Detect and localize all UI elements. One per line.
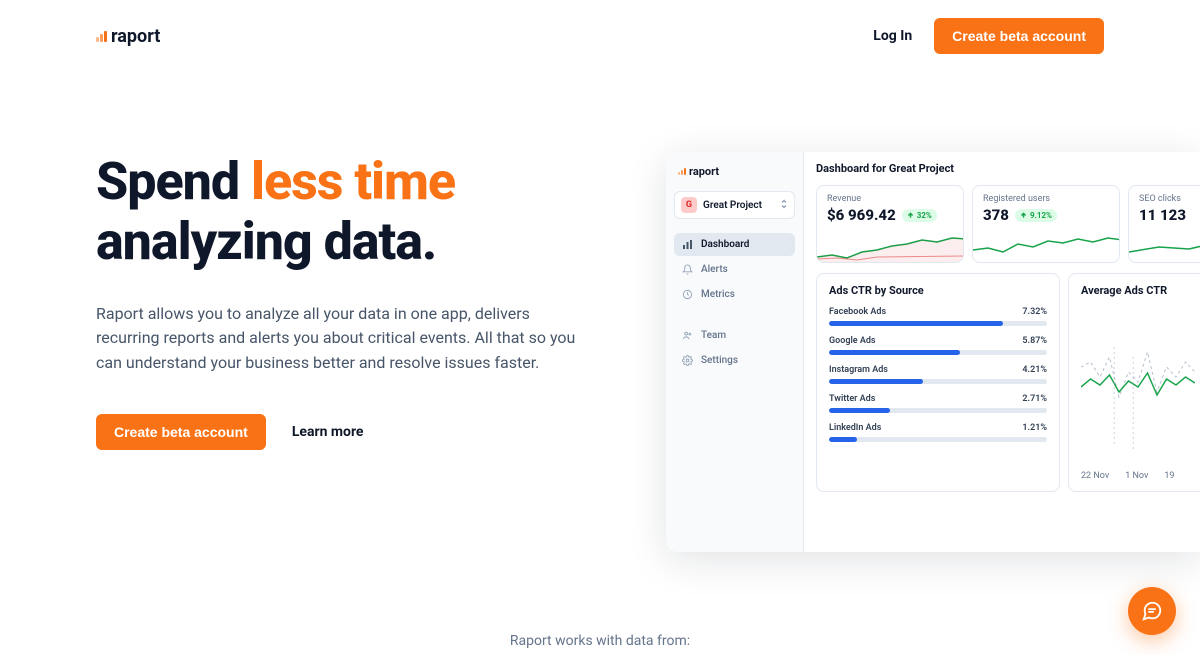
progress-bar [829, 437, 1047, 442]
ctr-label: Google Ads [829, 336, 876, 346]
project-avatar: G [681, 197, 697, 213]
ctr-label: LinkedIn Ads [829, 423, 881, 433]
nav-group-main: Dashboard Alerts Metrics Team Setti [674, 233, 795, 372]
nav-label: Alerts [701, 264, 728, 275]
dashboard-title: Dashboard for Great Project [816, 162, 1200, 175]
ctr-value: 2.71% [1022, 394, 1047, 404]
hero-actions: Create beta account Learn more [96, 414, 626, 450]
bars-icon [678, 168, 686, 175]
project-name: Great Project [703, 200, 762, 211]
dashboard-icon [682, 239, 693, 250]
login-link[interactable]: Log In [873, 28, 912, 44]
nav-team[interactable]: Team [674, 324, 795, 347]
nav-label: Team [701, 330, 726, 341]
nav-alerts[interactable]: Alerts [674, 258, 795, 281]
nav-label: Metrics [701, 289, 735, 300]
site-header: raport Log In Create beta account [0, 0, 1200, 72]
date-label: 22 Nov [1081, 471, 1109, 481]
ctr-row: Twitter Ads 2.71% [829, 394, 1047, 413]
hero-title: Spend less time analyzing data. [96, 152, 626, 272]
hero-title-lead: Spend [96, 151, 251, 212]
progress-bar [829, 350, 1047, 355]
chat-icon [1141, 600, 1163, 622]
progress-bar [829, 321, 1047, 326]
nav-label: Settings [701, 355, 738, 366]
ctr-label: Instagram Ads [829, 365, 888, 375]
sparkline [1129, 232, 1200, 262]
create-account-button[interactable]: Create beta account [934, 18, 1104, 54]
nav-metrics[interactable]: Metrics [674, 283, 795, 306]
nav-dashboard[interactable]: Dashboard [674, 233, 795, 256]
progress-bar [829, 408, 1047, 413]
arrow-up-icon [1020, 212, 1027, 219]
panel-title: Average Ads CTR [1081, 284, 1195, 297]
panel-title: Ads CTR by Source [829, 284, 1047, 297]
header-actions: Log In Create beta account [873, 18, 1104, 54]
preview-brand-name: raport [689, 165, 719, 178]
bell-icon [682, 264, 693, 275]
sparkline [817, 232, 964, 262]
bars-icon [96, 31, 107, 42]
arrow-up-icon [907, 212, 914, 219]
ctr-panel: Ads CTR by Source Facebook Ads 7.32% Goog… [816, 273, 1060, 492]
hero-section: Spend less time analyzing data. Raport a… [0, 152, 1200, 552]
ctr-row: Google Ads 5.87% [829, 336, 1047, 355]
kpi-row: Revenue $6 969.42 32% Registered users 3… [816, 185, 1200, 263]
project-selector[interactable]: G Great Project [674, 191, 795, 219]
hero-copy: Spend less time analyzing data. Raport a… [96, 152, 626, 552]
kpi-delta: 9.12% [1015, 209, 1057, 222]
brand-logo[interactable]: raport [96, 26, 160, 47]
ctr-row: LinkedIn Ads 1.21% [829, 423, 1047, 442]
avg-ctr-panel: Average Ads CTR 22 Nov 1 Nov 19 [1068, 273, 1200, 492]
chevron-updown-icon [780, 198, 788, 213]
ctr-value: 5.87% [1022, 336, 1047, 346]
kpi-label: SEO clicks [1139, 194, 1197, 204]
ctr-label: Twitter Ads [829, 394, 875, 404]
kpi-delta: 32% [902, 209, 937, 222]
ctr-value: 1.21% [1022, 423, 1047, 433]
date-label: 1 Nov [1125, 471, 1148, 481]
panels-row: Ads CTR by Source Facebook Ads 7.32% Goog… [816, 273, 1200, 492]
metrics-icon [682, 289, 693, 300]
kpi-users[interactable]: Registered users 378 9.12% [972, 185, 1120, 263]
hero-title-accent: less time [251, 151, 455, 212]
learn-more-link[interactable]: Learn more [292, 424, 364, 440]
avg-ctr-chart [1081, 307, 1195, 467]
chart-dates: 22 Nov 1 Nov 19 [1081, 471, 1195, 481]
team-icon [682, 330, 693, 341]
hero-cta-button[interactable]: Create beta account [96, 414, 266, 450]
hero-title-tail: analyzing data. [96, 211, 436, 272]
kpi-value: $6 969.42 [827, 206, 896, 224]
ctr-label: Facebook Ads [829, 307, 886, 317]
preview-main: Dashboard for Great Project Revenue $6 9… [804, 152, 1200, 552]
settings-icon [682, 355, 693, 366]
ctr-value: 4.21% [1022, 365, 1047, 375]
preview-brand-logo: raport [674, 162, 795, 181]
nav-label: Dashboard [701, 239, 749, 250]
sparkline [973, 232, 1120, 262]
ctr-value: 7.32% [1022, 307, 1047, 317]
brand-name: raport [111, 26, 160, 47]
kpi-value: 11 123 [1139, 206, 1186, 224]
app-preview: raport G Great Project Dashboard Alerts [666, 152, 1200, 552]
chat-fab[interactable] [1128, 587, 1176, 635]
progress-bar [829, 379, 1047, 384]
kpi-label: Registered users [983, 194, 1109, 204]
ctr-row: Facebook Ads 7.32% [829, 307, 1047, 326]
kpi-revenue[interactable]: Revenue $6 969.42 32% [816, 185, 964, 263]
hero-description: Raport allows you to analyze all your da… [96, 302, 596, 376]
works-with-text: Raport works with data from: [510, 633, 690, 649]
kpi-seo[interactable]: SEO clicks 11 123 [1128, 185, 1200, 263]
nav-settings[interactable]: Settings [674, 349, 795, 372]
kpi-value: 378 [983, 206, 1009, 224]
ctr-row: Instagram Ads 4.21% [829, 365, 1047, 384]
date-label: 19 [1164, 471, 1174, 481]
kpi-label: Revenue [827, 194, 953, 204]
preview-sidebar: raport G Great Project Dashboard Alerts [666, 152, 804, 552]
